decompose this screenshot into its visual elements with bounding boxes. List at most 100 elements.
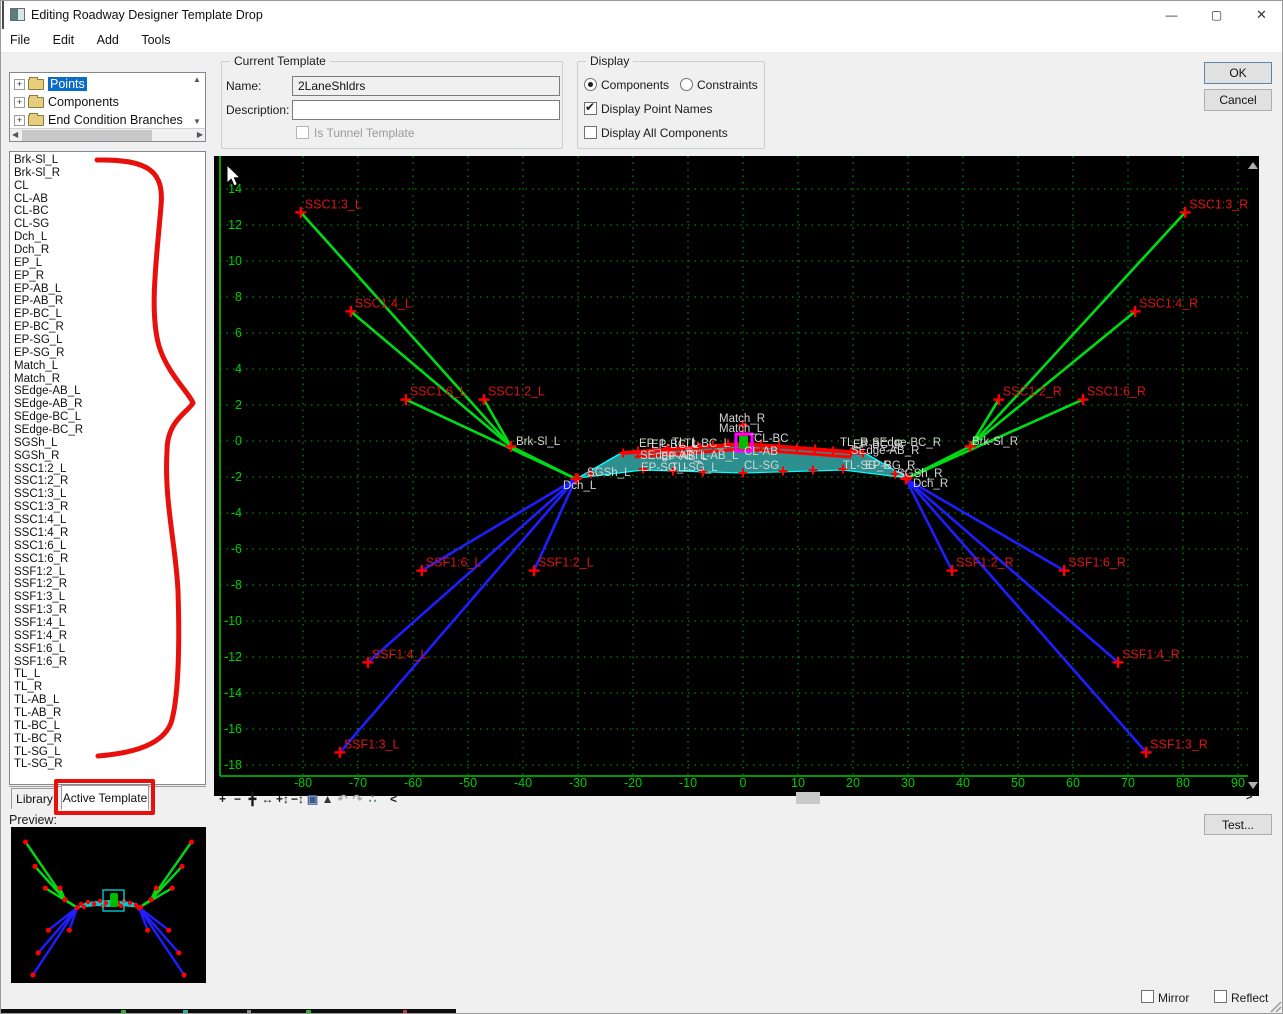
cancel-button[interactable]: Cancel (1204, 89, 1272, 111)
point-list-item[interactable]: EP-BC_L (10, 308, 205, 321)
point-list-item[interactable]: Dch_L (10, 231, 205, 244)
canvas-hscroll-thumb[interactable] (796, 792, 820, 804)
menu-tools[interactable]: Tools (132, 29, 179, 47)
point-list-item[interactable]: SSC1:2_L (10, 463, 205, 476)
point-list-item[interactable]: SEdge-AB_R (10, 398, 205, 411)
point-list-item[interactable]: TL-BC_L (10, 720, 205, 733)
mirror-label[interactable]: Mirror (1158, 991, 1189, 1005)
tree-scroll-left-icon[interactable]: ◀ (12, 130, 18, 139)
point-list-item[interactable]: EP-AB_L (10, 283, 205, 296)
zoom-out-icon[interactable]: − (231, 792, 244, 806)
description-field[interactable] (292, 100, 560, 120)
point-list-item[interactable]: Brk-Sl_L (10, 154, 205, 167)
canvas-scroll-right-icon[interactable]: > (1246, 791, 1252, 803)
tree-hscrollbar[interactable]: ◀ ▶ (10, 128, 205, 141)
point-list-item[interactable]: CL-BC (10, 205, 205, 218)
point-list-item[interactable]: EP-BC_R (10, 321, 205, 334)
vertical-exaggeration-up-icon[interactable]: +↕ (276, 792, 289, 806)
point-list-item[interactable]: TL-SG_L (10, 746, 205, 759)
point-list-item[interactable]: SSC1:3_R (10, 501, 205, 514)
mirror-checkbox[interactable] (1141, 990, 1154, 1003)
tree-vscrollbar[interactable]: ▲ ▼ (190, 74, 204, 128)
zoom-in-icon[interactable]: + (216, 792, 229, 806)
close-button[interactable]: ✕ (1239, 1, 1282, 29)
point-list-item[interactable]: SSF1:3_L (10, 591, 205, 604)
point-list-item[interactable]: CL (10, 180, 205, 193)
resize-grip[interactable] (1268, 999, 1282, 1013)
display-all-components-label[interactable]: Display All Components (601, 126, 728, 140)
tab-active-template[interactable]: Active Template (61, 785, 149, 810)
point-list-item[interactable]: EP-AB_R (10, 295, 205, 308)
components-radio-label[interactable]: Components (601, 78, 669, 92)
point-list-item[interactable]: SSF1:6_R (10, 656, 205, 669)
point-list-item[interactable]: EP_L (10, 257, 205, 270)
point-list-item[interactable]: Brk-Sl_R (10, 167, 205, 180)
name-field[interactable]: 2LaneShldrs (292, 76, 560, 96)
point-list-item[interactable]: CL-AB (10, 193, 205, 206)
center-point-icon[interactable]: ∴ (366, 792, 379, 806)
point-list-item[interactable]: EP_R (10, 270, 205, 283)
menu-edit[interactable]: Edit (44, 29, 84, 47)
point-list-item[interactable]: TL-AB_R (10, 707, 205, 720)
point-list-item[interactable]: SSC1:6_L (10, 540, 205, 553)
window-area-icon[interactable]: ▣ (306, 792, 319, 806)
tree-item-points[interactable]: + Points (10, 75, 190, 93)
point-list-item[interactable]: CL-SG (10, 218, 205, 231)
point-list-item[interactable]: EP-SG_L (10, 334, 205, 347)
ok-button[interactable]: OK (1204, 62, 1272, 84)
minimize-button[interactable]: — (1149, 1, 1194, 29)
constraints-radio-label[interactable]: Constraints (697, 78, 758, 92)
scroll-left-icon[interactable]: < (387, 792, 400, 806)
tree-scroll-down-icon[interactable]: ▼ (190, 116, 204, 128)
expand-icon[interactable]: + (14, 114, 25, 126)
display-all-components-checkbox[interactable] (584, 126, 597, 139)
redo-icon[interactable]: ↷ (351, 792, 364, 806)
display-point-names-checkbox[interactable]: ✔ (584, 100, 597, 115)
tree-scroll-up-icon[interactable]: ▲ (190, 74, 204, 86)
point-list-item[interactable]: SSF1:2_L (10, 566, 205, 579)
point-list-item[interactable]: SSF1:4_L (10, 617, 205, 630)
tab-library[interactable]: Library (11, 788, 58, 809)
template-canvas[interactable]: 14121086420-2-4-6-8-10-12-14-16-18-80 -70… (214, 156, 1259, 796)
point-list-item[interactable]: SGSh_R (10, 450, 205, 463)
fit-view-icon[interactable]: ▲ (321, 792, 334, 806)
title-bar[interactable]: Editing Roadway Designer Template Drop —… (1, 1, 1282, 29)
pan-icon[interactable]: ╋ (246, 792, 259, 806)
tree-hscroll-thumb[interactable] (22, 130, 152, 141)
tree-item-components[interactable]: + Components (10, 93, 190, 111)
menu-add[interactable]: Add (88, 29, 128, 47)
point-list-item[interactable]: SEdge-BC_R (10, 424, 205, 437)
point-list-item[interactable]: Dch_R (10, 244, 205, 257)
point-list-item[interactable]: SSC1:2_R (10, 475, 205, 488)
reflect-checkbox[interactable] (1214, 990, 1227, 1003)
point-list-item[interactable]: Match_L (10, 360, 205, 373)
constraints-radio[interactable] (680, 78, 693, 91)
point-list-item[interactable]: Match_R (10, 373, 205, 386)
components-radio[interactable] (584, 78, 597, 91)
point-list-item[interactable]: SSC1:3_L (10, 488, 205, 501)
test-button[interactable]: Test... (1204, 814, 1272, 835)
point-list-item[interactable]: SSC1:4_R (10, 527, 205, 540)
point-list-item[interactable]: SEdge-BC_L (10, 411, 205, 424)
point-list-item[interactable]: TL-SG_R (10, 758, 205, 771)
point-list-item[interactable]: EP-SG_R (10, 347, 205, 360)
point-list-item[interactable]: SEdge-AB_L (10, 385, 205, 398)
point-list-item[interactable]: SSF1:3_R (10, 604, 205, 617)
point-list-item[interactable]: TL-BC_R (10, 733, 205, 746)
point-list-item[interactable]: SSF1:4_R (10, 630, 205, 643)
vertical-exaggeration-down-icon[interactable]: −↕ (291, 792, 304, 806)
reflect-label[interactable]: Reflect (1231, 991, 1268, 1005)
tree-item-end-condition-branches[interactable]: + End Condition Branches (10, 111, 190, 129)
display-point-names-label[interactable]: Display Point Names (601, 102, 712, 116)
tree-scroll-right-icon[interactable]: ▶ (197, 130, 203, 139)
fit-width-icon[interactable]: ↔ (261, 792, 274, 806)
point-list-item[interactable]: TL_L (10, 668, 205, 681)
undo-icon[interactable]: ↶ (336, 792, 349, 806)
point-list-item[interactable]: SSC1:6_R (10, 553, 205, 566)
point-list-item[interactable]: TL_R (10, 681, 205, 694)
maximize-button[interactable]: ▢ (1194, 1, 1239, 29)
point-list-item[interactable]: SSF1:2_R (10, 578, 205, 591)
expand-icon[interactable]: + (14, 96, 25, 108)
point-list-item[interactable]: SGSh_L (10, 437, 205, 450)
point-list-item[interactable]: SSC1:4_L (10, 514, 205, 527)
